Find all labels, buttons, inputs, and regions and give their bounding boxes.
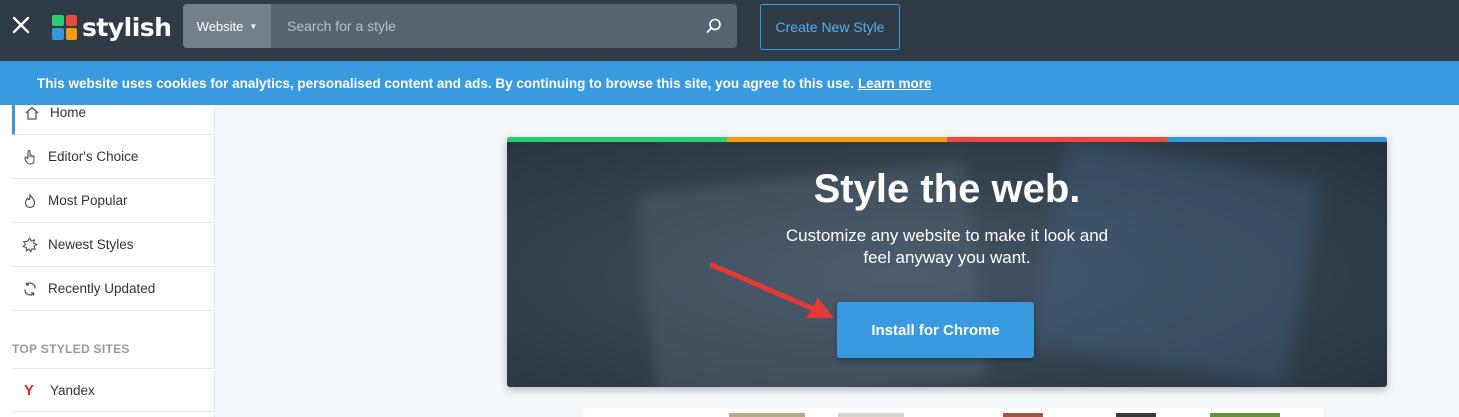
style-card-thumbnail[interactable] [1210,413,1280,417]
stripe-green [507,137,727,142]
logo-text: stylish [82,12,172,42]
hero-subtitle: Customize any website to make it look an… [507,225,1387,269]
search-type-dropdown[interactable]: Website ▼ [183,4,271,48]
search-input[interactable] [271,4,705,48]
stripe-red [947,137,1167,142]
sidebar-item-newest-styles[interactable]: Newest Styles [12,223,214,267]
stylish-logo[interactable]: stylish [52,12,172,42]
cookie-banner: This website uses cookies for analytics,… [0,61,1459,105]
refresh-icon [24,281,36,296]
sidebar-item-editors-choice[interactable]: Editor's Choice [12,135,214,179]
stripe-blue [1167,137,1387,142]
sidebar-item-label: Most Popular [48,193,128,208]
sidebar-item-label: Newest Styles [48,237,134,252]
hero-banner: Style the web. Customize any website to … [507,137,1387,387]
learn-more-link[interactable]: Learn more [858,76,932,91]
close-icon[interactable] [10,14,32,36]
logo-square-orange [65,28,77,40]
hero-subtitle-line: feel anyway you want. [863,248,1031,267]
stripe-orange [727,137,947,142]
hero-title: Style the web. [813,167,1081,211]
style-card-thumbnail[interactable] [1003,413,1043,417]
flame-icon [24,193,36,208]
search-bar: Website ▼ [183,4,737,48]
sidebar-site-yandex[interactable]: Y Yandex [12,368,214,412]
hero-subtitle-line: Customize any website to make it look an… [785,226,1109,245]
hero-color-stripe [507,137,1387,142]
sidebar-item-home[interactable]: Home [12,91,214,135]
sidebar-item-label: Recently Updated [48,281,156,296]
cookie-text: This website uses cookies for analytics,… [37,75,854,91]
logo-square-green [52,14,64,26]
logo-square-red [65,14,77,26]
top-header: stylish Website ▼ Create New Style [0,0,1459,61]
search-icon[interactable] [705,17,723,35]
style-card-thumbnail[interactable] [1116,413,1156,417]
sidebar-item-label: Home [50,105,87,120]
top-styled-sites-heading: TOP STYLED SITES [12,342,130,356]
logo-mark-icon [52,14,77,40]
sidebar-item-most-popular[interactable]: Most Popular [12,179,214,223]
sidebar-site-label: Yandex [50,382,95,398]
sidebar: Home Editor's Choice Most Popular Newest… [0,91,215,417]
pointer-hand-icon [24,149,35,165]
style-card-thumbnail[interactable] [838,413,904,417]
caret-down-icon: ▼ [249,21,258,31]
home-icon [25,106,39,120]
create-new-style-button[interactable]: Create New Style [760,4,900,50]
sidebar-item-recently-updated[interactable]: Recently Updated [12,267,214,311]
style-cards-row [583,408,1323,417]
search-type-label: Website [196,18,244,34]
logo-square-blue [52,28,64,40]
style-card-thumbnail[interactable] [729,413,805,417]
sidebar-item-label: Editor's Choice [48,149,139,164]
yandex-icon: Y [24,381,35,399]
starburst-icon [22,236,38,253]
install-for-chrome-button[interactable]: Install for Chrome [837,302,1034,358]
